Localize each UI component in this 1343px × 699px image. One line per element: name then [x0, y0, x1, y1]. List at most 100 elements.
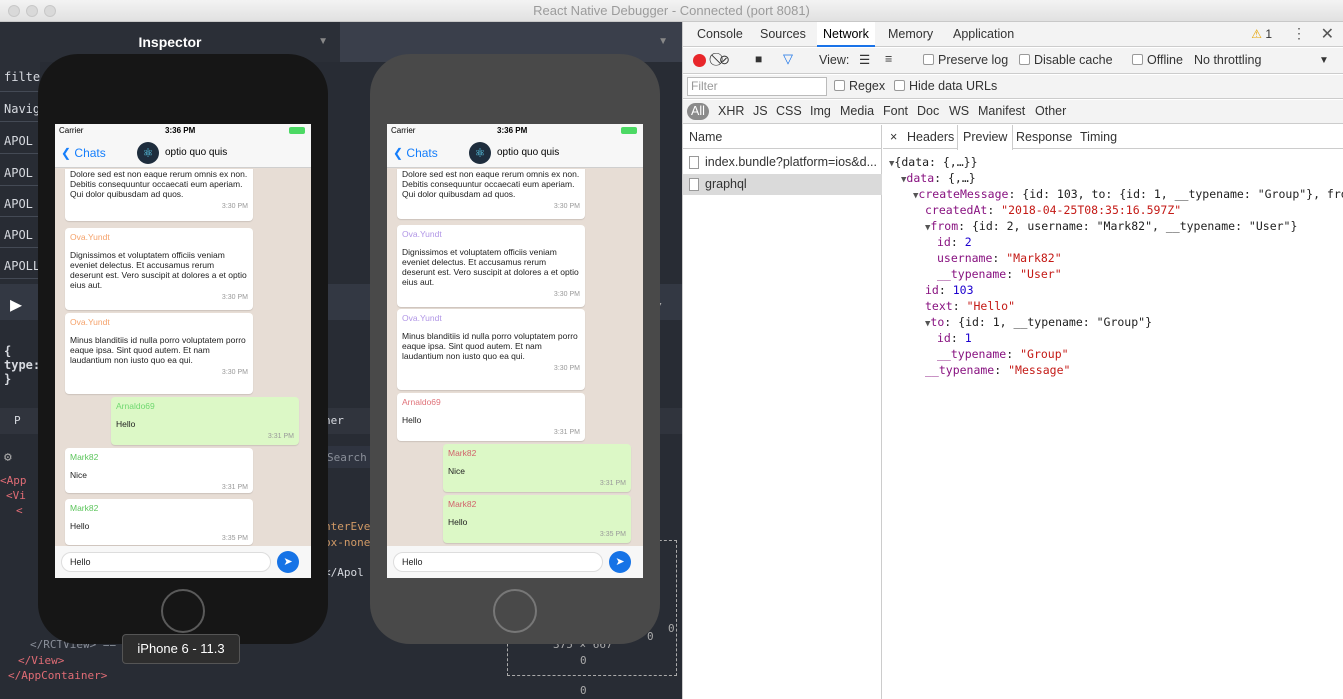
send-button[interactable]: ➤	[609, 551, 631, 573]
filter-icon[interactable]: ▽	[783, 51, 793, 67]
message-time: 3:30 PM	[221, 294, 248, 301]
home-button[interactable]	[161, 589, 205, 633]
json-value: "Mark82"	[1006, 251, 1062, 265]
regex-checkbox[interactable]: Regex	[834, 79, 885, 93]
message-input[interactable]: Hello	[61, 552, 271, 572]
filter-row[interactable]: filter	[0, 62, 40, 92]
filter-input[interactable]: Filter	[687, 77, 827, 96]
request-row[interactable]: index.bundle?platform=ios&d...	[683, 152, 882, 173]
tab-console[interactable]: Console	[691, 22, 749, 47]
message-bubble[interactable]: Mark82 Nice 3:31 PM	[443, 444, 631, 492]
list-item[interactable]: APOLL	[0, 253, 40, 279]
type-font[interactable]: Font	[883, 104, 908, 118]
tab-headers[interactable]: Headers	[902, 125, 959, 149]
chevron-down-icon[interactable]: ▼	[318, 22, 328, 62]
message-bubble[interactable]: Ova.Yundt Dignissimos et voluptatem offic…	[65, 228, 253, 310]
back-button[interactable]: ❮ Chats	[61, 146, 106, 160]
offline-checkbox[interactable]: Offline	[1132, 53, 1183, 67]
message-bubble[interactable]: Dolore sed est non eaque rerum omnis ex …	[397, 169, 585, 219]
tree-node[interactable]: </View>	[18, 654, 64, 667]
request-row[interactable]: graphql	[683, 174, 882, 195]
status-bar: Carrier 3:36 PM	[55, 124, 311, 138]
tab-sources[interactable]: Sources	[754, 22, 812, 47]
json-key: __typename	[925, 363, 995, 377]
message-input[interactable]: Hello	[393, 552, 603, 572]
type-ws[interactable]: WS	[949, 104, 969, 118]
name-column-header[interactable]: Name	[683, 125, 882, 149]
tree-node[interactable]: <App	[0, 474, 27, 487]
home-button[interactable]	[493, 589, 537, 633]
type-other[interactable]: Other	[1035, 104, 1066, 118]
carrier-label: Carrier	[59, 126, 84, 135]
message-bubble[interactable]: Mark82 Hello 3:35 PM	[65, 499, 253, 545]
prop-text: ox-none	[324, 536, 371, 549]
tab-timing[interactable]: Timing	[1075, 125, 1122, 149]
preserve-log-checkbox[interactable]: Preserve log	[923, 53, 1008, 67]
back-button[interactable]: ❮ Chats	[393, 146, 438, 160]
large-rows-icon[interactable]: ☰	[859, 52, 870, 67]
list-item[interactable]: Navig	[0, 96, 40, 122]
battery-icon	[289, 127, 305, 134]
type-doc[interactable]: Doc	[917, 104, 939, 118]
message-bubble[interactable]: Ova.Yundt Minus blanditiis id nulla porro…	[397, 309, 585, 390]
tab-memory[interactable]: Memory	[882, 22, 939, 47]
tree-node[interactable]: </AppContainer>	[8, 669, 107, 682]
close-icon[interactable]: ✕	[1321, 24, 1334, 44]
devtools-panel: Console Sources Network Memory Applicati…	[682, 22, 1343, 699]
type-css[interactable]: CSS	[776, 104, 802, 118]
minimize-window-icon[interactable]	[26, 5, 38, 17]
message-bubble[interactable]: Mark82 Hello 3:35 PM	[443, 495, 631, 543]
type-all[interactable]: All	[687, 103, 709, 120]
list-item[interactable]: APOL	[0, 128, 40, 154]
chevron-down-icon[interactable]: ▼	[1319, 55, 1329, 66]
json-colon: :	[952, 299, 967, 313]
message-bubble[interactable]: Dolore sed est non eaque rerum omnis ex …	[65, 169, 253, 221]
type-img[interactable]: Img	[810, 104, 831, 118]
gear-icon[interactable]: ⚙	[4, 450, 12, 465]
json-key: createdAt	[925, 203, 988, 217]
tab-application[interactable]: Application	[947, 22, 1020, 47]
tree-node[interactable]: <Vi	[6, 489, 26, 502]
close-detail-icon[interactable]: ×	[885, 125, 902, 149]
more-menu-icon[interactable]: ⋮	[1292, 25, 1306, 42]
box-value: 0	[580, 654, 587, 667]
block-icon[interactable]: ⊘	[719, 52, 730, 68]
throttling-select[interactable]: No throttling	[1194, 53, 1261, 67]
list-item[interactable]: APOL	[0, 222, 40, 248]
tab-preview[interactable]: Preview	[957, 125, 1014, 150]
network-toolbar: ⃠ ⊘ ■ ▽ View: ☰ ≡ Preserve log Disable c…	[683, 48, 1343, 74]
type-js[interactable]: JS	[753, 104, 768, 118]
tree-node[interactable]: <	[16, 504, 23, 517]
camera-icon[interactable]: ■	[755, 52, 762, 66]
tree-node[interactable]: </Apol	[324, 566, 364, 579]
type-media[interactable]: Media	[840, 104, 874, 118]
code-brace-close: }	[4, 372, 12, 386]
message-bubble[interactable]: Ova.Yundt Minus blanditiis id nulla porro…	[65, 313, 253, 394]
disable-cache-checkbox[interactable]: Disable cache	[1019, 53, 1113, 67]
tab-network[interactable]: Network	[817, 22, 875, 47]
message-bubble[interactable]: Ova.Yundt Dignissimos et voluptatem offic…	[397, 225, 585, 307]
overview-icon[interactable]: ≡	[885, 52, 892, 66]
json-line[interactable]: ▼from: {id: 2, username: "Mark82", __typ…	[925, 218, 1297, 236]
zoom-window-icon[interactable]	[44, 5, 56, 17]
json-colon: :	[958, 219, 972, 233]
type-xhr[interactable]: XHR	[718, 104, 744, 118]
message-bubble[interactable]: Arnaldo69 Hello 3:31 PM	[111, 397, 299, 445]
code-brace-open: {	[4, 344, 12, 358]
play-icon[interactable]: ▶	[10, 292, 22, 316]
chat-title: optio quo quis	[165, 147, 228, 158]
message-bubble[interactable]: Mark82 Nice 3:31 PM	[65, 448, 253, 493]
hide-data-urls-checkbox[interactable]: Hide data URLs	[894, 79, 997, 93]
warnings-count[interactable]: ⚠ 1	[1251, 27, 1272, 41]
record-icon[interactable]	[693, 54, 706, 67]
message-bubble[interactable]: Arnaldo69 Hello 3:31 PM	[397, 393, 585, 441]
list-item[interactable]: APOL	[0, 160, 40, 186]
send-button[interactable]: ➤	[277, 551, 299, 573]
close-window-icon[interactable]	[8, 5, 20, 17]
list-item[interactable]: APOL	[0, 191, 40, 217]
tab-response[interactable]: Response	[1011, 125, 1077, 149]
tab-p[interactable]: P	[14, 414, 21, 427]
type-manifest[interactable]: Manifest	[978, 104, 1025, 118]
message-time: 3:35 PM	[599, 531, 626, 538]
chevron-down-icon[interactable]: ▼	[658, 22, 668, 62]
